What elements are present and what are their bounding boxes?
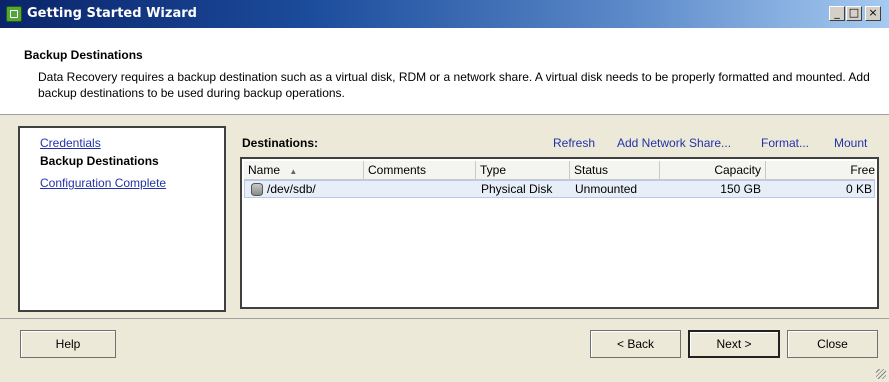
app-icon — [6, 6, 22, 22]
back-button[interactable]: < Back — [590, 330, 681, 358]
page-title: Backup Destinations — [24, 48, 143, 62]
disk-icon — [251, 183, 263, 196]
cell-name: /dev/sdb/ — [267, 182, 316, 196]
mount-link[interactable]: Mount — [834, 136, 867, 150]
column-comments[interactable]: Comments — [364, 161, 476, 179]
destinations-table: Name ▲ Comments Type Status Capacity Fre… — [240, 157, 879, 309]
window-title: Getting Started Wizard — [27, 6, 197, 21]
format-link[interactable]: Format... — [761, 136, 809, 150]
wizard-steps: Credentials Backup Destinations Configur… — [18, 126, 226, 312]
column-capacity[interactable]: Capacity — [660, 161, 766, 179]
step-credentials[interactable]: Credentials — [40, 136, 101, 150]
cell-type: Physical Disk — [481, 182, 553, 196]
table-row[interactable]: /dev/sdb/ Physical Disk Unmounted 150 GB… — [244, 180, 875, 198]
close-button[interactable]: Close — [787, 330, 878, 358]
step-backup-destinations: Backup Destinations — [40, 154, 159, 168]
next-button[interactable]: Next > — [688, 330, 780, 358]
help-button[interactable]: Help — [20, 330, 116, 358]
wizard-window: Getting Started Wizard _ □ × Backup Dest… — [0, 0, 889, 382]
column-name[interactable]: Name ▲ — [244, 161, 364, 179]
wizard-header: Backup Destinations Data Recovery requir… — [0, 28, 889, 115]
cell-status: Unmounted — [575, 182, 638, 196]
column-free[interactable]: Free — [766, 161, 879, 179]
close-window-button[interactable]: × — [865, 6, 881, 21]
page-description: Data Recovery requires a backup destinat… — [38, 70, 870, 100]
column-status[interactable]: Status — [570, 161, 660, 179]
column-type[interactable]: Type — [476, 161, 570, 179]
cell-capacity: 150 GB — [720, 182, 761, 196]
step-configuration-complete[interactable]: Configuration Complete — [40, 176, 166, 190]
refresh-link[interactable]: Refresh — [553, 136, 595, 150]
destinations-label: Destinations: — [242, 136, 319, 150]
add-network-share-link[interactable]: Add Network Share... — [617, 136, 731, 150]
minimize-button[interactable]: _ — [829, 6, 845, 21]
cell-free: 0 KB — [845, 182, 872, 196]
resize-grip-icon[interactable] — [876, 369, 886, 379]
table-header: Name ▲ Comments Type Status Capacity Fre… — [244, 161, 875, 180]
sort-ascending-icon: ▲ — [289, 167, 298, 176]
cell-comments — [365, 181, 477, 197]
title-bar[interactable]: Getting Started Wizard _ □ × — [0, 0, 889, 28]
maximize-button[interactable]: □ — [846, 6, 862, 21]
